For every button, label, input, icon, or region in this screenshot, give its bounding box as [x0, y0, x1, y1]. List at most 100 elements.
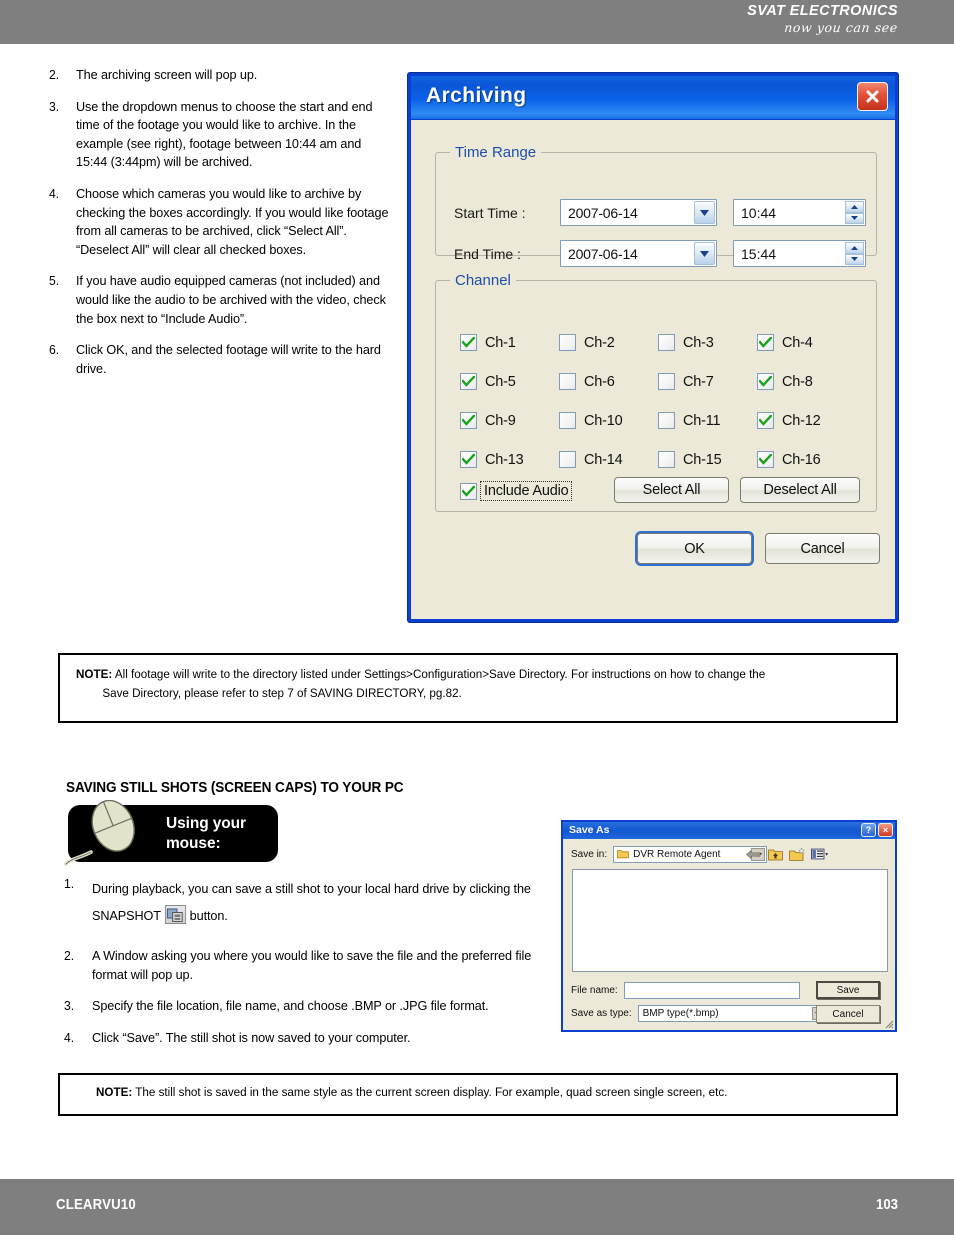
ok-button[interactable]: OK: [637, 533, 752, 564]
checkbox-label: Ch-16: [782, 451, 821, 468]
checkbox[interactable]: [559, 412, 576, 429]
save-button[interactable]: Save: [816, 981, 880, 999]
channel-checkbox-ch-4[interactable]: Ch-4: [757, 323, 856, 362]
start-time-value: 10:44: [741, 204, 777, 221]
step-text: Click “Save”. The still shot is now save…: [92, 1029, 411, 1045]
step-text-before: During playback, you can save a still sh…: [92, 881, 531, 923]
list-item: 3. Use the dropdown menus to choose the …: [49, 98, 409, 172]
end-time-spinner[interactable]: 15:44: [733, 240, 866, 267]
spinner-buttons[interactable]: [845, 242, 864, 265]
channel-checkbox-ch-11[interactable]: Ch-11: [658, 401, 757, 440]
checkbox[interactable]: [460, 451, 477, 468]
include-audio-row[interactable]: Include Audio: [460, 481, 573, 501]
file-list[interactable]: [572, 869, 888, 972]
channel-checkbox-ch-12[interactable]: Ch-12: [757, 401, 856, 440]
back-icon[interactable]: [745, 846, 762, 862]
resize-grip-icon[interactable]: [883, 1018, 894, 1029]
cancel-button[interactable]: Cancel: [816, 1005, 880, 1023]
step-number: 2.: [64, 948, 75, 963]
channel-checkbox-ch-5[interactable]: Ch-5: [460, 362, 559, 401]
checkbox[interactable]: [757, 412, 774, 429]
cancel-button[interactable]: Cancel: [765, 533, 880, 564]
note-label: NOTE:: [96, 1085, 133, 1099]
channel-checkbox-ch-7[interactable]: Ch-7: [658, 362, 757, 401]
checkbox[interactable]: [559, 451, 576, 468]
checkbox[interactable]: [460, 373, 477, 390]
channel-checkbox-ch-9[interactable]: Ch-9: [460, 401, 559, 440]
help-icon[interactable]: ?: [861, 823, 876, 837]
step-text-after: button.: [189, 908, 228, 923]
archiving-dialog: Archiving Time Range Start Time : 2007-0…: [408, 73, 898, 622]
step-text: Specify the file location, file name, an…: [92, 998, 489, 1014]
checkbox[interactable]: [559, 373, 576, 390]
checkbox-label: Ch-1: [485, 334, 516, 351]
channel-checkbox-ch-8[interactable]: Ch-8: [757, 362, 856, 401]
spinner-buttons[interactable]: [845, 201, 864, 224]
checkbox[interactable]: [658, 451, 675, 468]
end-time-label: End Time :: [454, 245, 521, 262]
list-item: 1. During playback, you can save a still…: [64, 875, 564, 929]
checkbox[interactable]: [658, 373, 675, 390]
list-item: 2. A Window asking you where you would l…: [64, 947, 564, 984]
note-line: NOTE: All footage will write to the dire…: [76, 665, 834, 684]
channel-checkbox-ch-16[interactable]: Ch-16: [757, 440, 856, 479]
checkbox[interactable]: [460, 334, 477, 351]
list-item: 6. Click OK, and the selected footage wi…: [49, 341, 409, 378]
channel-checkbox-ch-14[interactable]: Ch-14: [559, 440, 658, 479]
close-icon[interactable]: [857, 82, 888, 111]
checkbox-label: Ch-6: [584, 373, 615, 390]
step-number: 3.: [64, 998, 75, 1014]
archiving-titlebar: Archiving: [411, 76, 895, 120]
page-footer: CLEARVU10 103: [0, 1179, 954, 1235]
spinner-down-icon[interactable]: [845, 253, 864, 265]
end-date-dropdown[interactable]: 2007-06-14: [560, 240, 717, 267]
channel-checkbox-ch-1[interactable]: Ch-1: [460, 323, 559, 362]
step-number: 4.: [64, 1029, 75, 1045]
deselect-all-button[interactable]: Deselect All: [740, 477, 860, 503]
channel-checkbox-ch-10[interactable]: Ch-10: [559, 401, 658, 440]
include-audio-checkbox[interactable]: [460, 482, 477, 500]
checkbox[interactable]: [658, 334, 675, 351]
close-icon[interactable]: ×: [878, 823, 893, 837]
footer-product: CLEARVU10: [56, 1196, 136, 1213]
channel-checkbox-grid: Ch-1 Ch-2 Ch-3 Ch-4 Ch-5 Ch-6 Ch-7 Ch-8 Ch-9 Ch-1…: [460, 323, 856, 479]
select-all-button[interactable]: Select All: [614, 477, 729, 503]
badge-line-1: Using your: [166, 815, 246, 832]
new-folder-icon[interactable]: [789, 846, 806, 862]
checkbox[interactable]: [460, 412, 477, 429]
channel-checkbox-ch-2[interactable]: Ch-2: [559, 323, 658, 362]
save-as-titlebar: Save As ? ×: [563, 822, 895, 839]
file-name-input[interactable]: [623, 982, 800, 999]
spinner-up-icon[interactable]: [845, 242, 864, 254]
checkbox-label: Ch-5: [485, 373, 516, 390]
start-date-dropdown[interactable]: 2007-06-14: [560, 199, 717, 226]
checkbox-label: Ch-8: [782, 373, 813, 390]
footer-page-number: 103: [875, 1196, 898, 1213]
up-folder-icon[interactable]: [767, 846, 784, 862]
checkbox[interactable]: [757, 334, 774, 351]
spinner-down-icon[interactable]: [845, 212, 864, 224]
checkbox[interactable]: [757, 451, 774, 468]
chevron-down-icon[interactable]: [694, 242, 715, 265]
channel-checkbox-ch-15[interactable]: Ch-15: [658, 440, 757, 479]
brand-logo: SVAT ELECTRONICS now you can see: [747, 3, 899, 35]
channel-checkbox-ch-13[interactable]: Ch-13: [460, 440, 559, 479]
checkbox-label: Ch-13: [485, 451, 524, 468]
checkbox-label: Ch-15: [683, 451, 722, 468]
channel-checkbox-ch-6[interactable]: Ch-6: [559, 362, 658, 401]
step-number: 5.: [49, 273, 60, 289]
start-time-spinner[interactable]: 10:44: [733, 199, 866, 226]
checkbox[interactable]: [559, 334, 576, 351]
step-number: 4.: [49, 185, 60, 201]
channel-checkbox-ch-3[interactable]: Ch-3: [658, 323, 757, 362]
save-as-type-dropdown[interactable]: BMP type(*.bmp): [637, 1005, 828, 1022]
checkbox[interactable]: [658, 412, 675, 429]
spinner-up-icon[interactable]: [845, 201, 864, 213]
chevron-down-icon[interactable]: [694, 201, 715, 224]
step-text: Choose which cameras you would like to a…: [76, 185, 389, 257]
checkbox[interactable]: [757, 373, 774, 390]
views-icon[interactable]: [811, 846, 828, 862]
instruction-steps-top: 2. The archiving screen will pop up. 3. …: [49, 66, 409, 391]
note-label: NOTE:: [76, 667, 113, 681]
start-time-row: Start Time : 2007-06-14 10:44: [454, 199, 866, 226]
